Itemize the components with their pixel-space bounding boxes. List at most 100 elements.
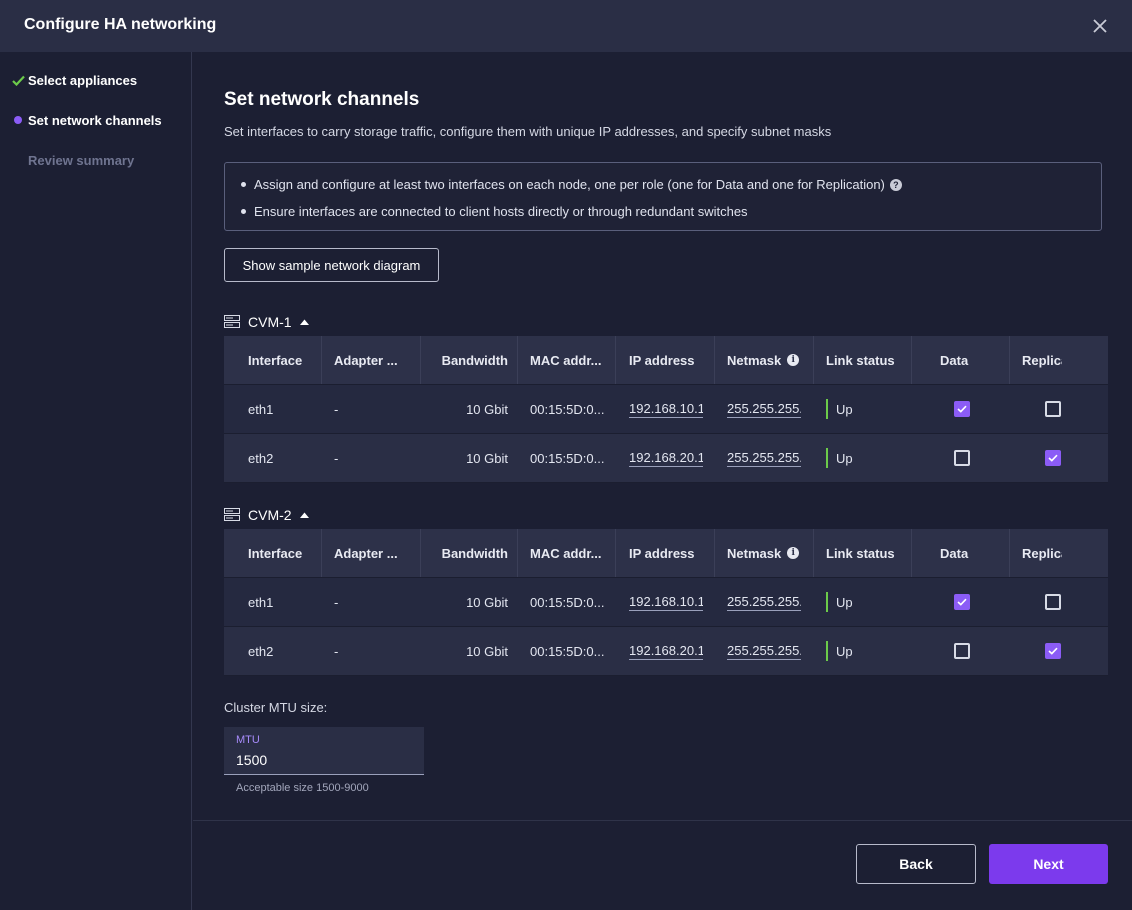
replication-role-checkbox[interactable] [1045,643,1061,659]
cell-mac: 00:15:5D:0... [530,594,605,610]
cell-link-status: Up [826,385,916,433]
netmask-input[interactable]: 255.255.255.0 [727,642,801,660]
column-header[interactable]: IP address [629,529,707,577]
question-icon[interactable]: ? [889,178,902,191]
column-resizer[interactable] [911,529,912,577]
server-icon [224,315,240,328]
note-item: Ensure interfaces are connected to clien… [241,204,748,219]
data-role-checkbox[interactable] [954,594,970,610]
cell-adapter: - [334,643,339,659]
replication-role-checkbox[interactable] [1045,594,1061,610]
column-header[interactable]: IP address [629,336,707,384]
column-resizer[interactable] [911,336,912,384]
cell-interface: eth1 [248,401,274,417]
column-resizer[interactable] [420,336,421,384]
column-resizer[interactable] [813,529,814,577]
checkmark-icon [957,598,967,606]
column-header[interactable]: Adapter ... [334,529,414,577]
netmask-input[interactable]: 255.255.255.0 [727,449,801,467]
column-resizer[interactable] [321,336,322,384]
column-resizer[interactable] [321,529,322,577]
mtu-field[interactable]: MTU 1500 [224,727,424,775]
column-resizer[interactable] [615,336,616,384]
cell-mac: 00:15:5D:0... [530,401,605,417]
table-row[interactable]: eth1 - 10 Gbit 00:15:5D:0... 192.168.10.11 25… [224,385,1108,434]
ip-address-input[interactable]: 192.168.10.12 [629,593,703,611]
replication-role-checkbox[interactable] [1045,450,1061,466]
netmask-input[interactable]: 255.255.255.0 [727,593,801,611]
column-resizer[interactable] [517,336,518,384]
column-header[interactable]: Bandwidth [420,529,508,577]
ip-address-input[interactable]: 192.168.20.12 [629,642,703,660]
step-label: Select appliances [28,72,138,88]
column-header[interactable]: Interface [248,336,328,384]
netmask-input[interactable]: 255.255.255.0 [727,400,801,418]
server-icon [224,508,240,521]
group-header-cvm-2[interactable]: CVM-2 [224,505,309,525]
column-resizer[interactable] [1009,529,1010,577]
page-title: Set network channels [224,89,420,110]
column-header[interactable]: Replica... [1022,529,1062,577]
back-button[interactable]: Back [856,844,976,884]
mtu-help-text: Acceptable size 1500-9000 [236,782,369,794]
data-role-checkbox[interactable] [954,643,970,659]
column-header[interactable]: Replica... [1022,336,1062,384]
info-icon[interactable]: i [787,354,800,366]
close-icon[interactable] [1090,16,1110,36]
column-header[interactable]: Link status [826,336,916,384]
step-set-network-channels[interactable]: Set network channels [0,110,162,130]
table-row[interactable]: eth2 - 10 Gbit 00:15:5D:0... 192.168.20.11 25… [224,434,1108,483]
show-network-diagram-button[interactable]: Show sample network diagram [224,248,439,282]
interfaces-table-cvm-2: Interface Adapter ... Bandwidth MAC addr...… [224,529,1108,676]
column-header[interactable]: Data [940,529,980,577]
cell-bandwidth: 10 Gbit [466,643,508,659]
group-name: CVM-2 [248,507,292,523]
column-resizer[interactable] [813,336,814,384]
column-header[interactable]: Data [940,336,980,384]
column-resizer[interactable] [420,529,421,577]
link-up-indicator [826,448,828,468]
info-icon[interactable]: i [787,547,800,559]
data-role-checkbox[interactable] [954,401,970,417]
column-header[interactable]: Adapter ... [334,336,414,384]
column-resizer[interactable] [714,336,715,384]
table-row[interactable]: eth1 - 10 Gbit 00:15:5D:0... 192.168.10.12 25… [224,578,1108,627]
page-subtitle: Set interfaces to carry storage traffic,… [224,124,832,139]
step-select-appliances[interactable]: Select appliances [0,70,137,90]
checkmark-icon [10,75,26,86]
ip-address-input[interactable]: 192.168.10.11 [629,400,703,418]
mtu-field-label: MTU [236,734,260,746]
cell-link-status: Up [826,578,916,626]
column-resizer[interactable] [517,529,518,577]
column-header[interactable]: Link status [826,529,916,577]
cell-link-status: Up [826,627,916,675]
column-header[interactable]: MAC addr... [530,529,615,577]
column-header[interactable]: Netmask i [727,336,805,384]
note-item: Assign and configure at least two interf… [241,177,902,192]
column-header[interactable]: Netmask i [727,529,805,577]
dialog-title: Configure HA networking [24,16,217,33]
replication-role-checkbox[interactable] [1045,401,1061,417]
link-up-indicator [826,592,828,612]
link-up-indicator [826,641,828,661]
data-role-checkbox[interactable] [954,450,970,466]
table-header-row: Interface Adapter ... Bandwidth MAC addr...… [224,529,1108,578]
column-resizer[interactable] [1009,336,1010,384]
table-row[interactable]: eth2 - 10 Gbit 00:15:5D:0... 192.168.20.12 25… [224,627,1108,676]
mtu-input[interactable]: 1500 [236,752,267,768]
step-label: Review summary [28,152,135,168]
checkmark-icon [957,405,967,413]
cell-mac: 00:15:5D:0... [530,450,605,466]
column-header[interactable]: Bandwidth [420,336,508,384]
step-label: Set network channels [28,112,162,128]
column-resizer[interactable] [615,529,616,577]
column-resizer[interactable] [714,529,715,577]
group-header-cvm-1[interactable]: CVM-1 [224,312,309,332]
cell-link-status: Up [826,434,916,482]
column-header[interactable]: MAC addr... [530,336,615,384]
step-review-summary[interactable]: Review summary [0,150,134,170]
column-header[interactable]: Interface [248,529,328,577]
cell-mac: 00:15:5D:0... [530,643,605,659]
ip-address-input[interactable]: 192.168.20.11 [629,449,703,467]
next-button[interactable]: Next [989,844,1108,884]
